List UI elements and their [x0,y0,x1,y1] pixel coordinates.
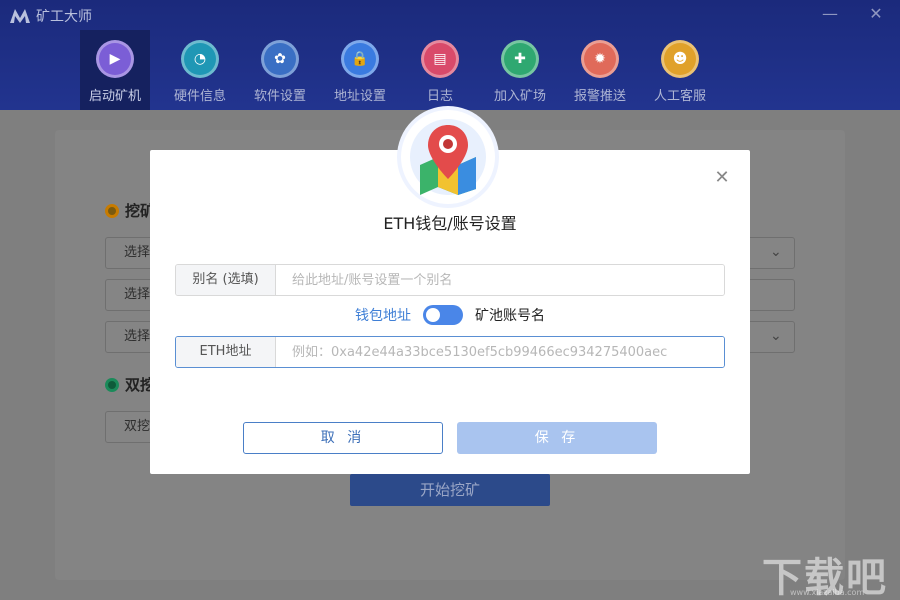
monitor-icon: ▶ [96,40,134,78]
coin-select-value: 选择 [124,245,151,260]
minimize-button[interactable]: — [820,4,840,24]
nav-label: 地址设置 [333,89,386,104]
nav-label: 人工客服 [653,89,706,104]
nav-label: 软件设置 [253,89,306,104]
section-dot-icon [105,203,119,218]
nav-glyph: ✚ [514,51,526,67]
app-header: 矿工大师 — ✕ ▶ 启动矿机 ◔ 硬件信息 ✿ 软件设置 🔒 地址设置 ▤ 日志 ✚ 加入矿场 ✹ 报警… [0,0,900,110]
cancel-button[interactable]: 取 消 [243,422,443,454]
gear-icon: ✿ [261,40,299,78]
alias-field: 别名 (选填) [175,264,725,296]
dialog-title: ETH钱包/账号设置 [383,214,517,233]
nav-glyph: ◔ [193,51,207,67]
nav-glyph: ✿ [274,51,286,67]
support-icon: ☻ [661,40,699,78]
address-type-toggle-row: 钱包地址 矿池账号名 [150,305,750,325]
nav-label: 硬件信息 [173,89,226,104]
watermark-url: www.xiazaiba.com [790,588,865,597]
map-pin-graphic [410,119,486,195]
alias-label: 别名 (选填) [176,265,276,295]
app-logo: 矿工大师 [10,6,92,26]
toggle-pool-account-label[interactable]: 矿池账号名 [475,305,545,325]
document-icon: ▤ [421,40,459,78]
app-title: 矿工大师 [36,9,92,25]
nav-item-2[interactable]: ✿ 软件设置 [240,30,320,110]
nav-label: 加入矿场 [493,89,546,104]
nav-item-0[interactable]: ▶ 启动矿机 [80,30,150,110]
alarm-icon: ✹ [581,40,619,78]
save-button[interactable]: 保 存 [457,422,657,454]
nav-label: 报警推送 [573,89,626,104]
nav-item-7[interactable]: ☻ 人工客服 [640,30,720,110]
nav-glyph: ☻ [672,51,688,67]
window-close-button[interactable]: ✕ [866,4,886,24]
nav-item-5[interactable]: ✚ 加入矿场 [480,30,560,110]
toggle-wallet-label[interactable]: 钱包地址 [355,305,411,325]
section-title-mining: 挖矿 [105,200,155,221]
eth-address-field: ETH地址 [175,336,725,368]
start-mining-button[interactable]: 开始挖矿 [350,474,550,506]
eth-address-input[interactable] [276,337,724,367]
chevron-down-icon: ⌄ [770,244,782,260]
nav-item-4[interactable]: ▤ 日志 [400,30,480,110]
nav-glyph: ▶ [109,51,121,67]
alias-input[interactable] [276,265,724,295]
section-dot-icon [105,377,119,392]
dialog-close-icon[interactable]: ✕ [713,169,731,187]
eth-wallet-dialog: ✕ ETH钱包/账号设置 别名 (选填) 钱包地址 矿池账号名 ETH地址 取 … [150,110,750,474]
nav-glyph: ✹ [594,51,606,67]
nav-label: 启动矿机 [88,89,141,104]
wallet-select-value: 选择 [124,329,151,344]
chevron-down-icon: ⌄ [770,328,782,344]
nav-item-1[interactable]: ◔ 硬件信息 [160,30,240,110]
main-nav: ▶ 启动矿机 ◔ 硬件信息 ✿ 软件设置 🔒 地址设置 ▤ 日志 ✚ 加入矿场 ✹ 报警推送 ☻ 人工客服 [80,30,720,110]
map-pin-icon [401,110,495,204]
nav-label: 日志 [426,89,453,104]
pool-select-value: 选择 [124,287,151,302]
switch-knob [426,308,440,322]
logo-icon [10,9,30,23]
nav-item-3[interactable]: 🔒 地址设置 [320,30,400,110]
join-icon: ✚ [501,40,539,78]
nav-glyph: 🔒 [351,51,369,67]
section-title-dual: 双挖 [105,374,155,395]
dual-select-value: 双挖 [124,419,151,434]
lock-icon: 🔒 [341,40,379,78]
gauge-icon: ◔ [181,40,219,78]
nav-item-6[interactable]: ✹ 报警推送 [560,30,640,110]
eth-address-label: ETH地址 [176,337,276,367]
nav-glyph: ▤ [433,51,447,67]
address-type-switch[interactable] [423,305,463,325]
